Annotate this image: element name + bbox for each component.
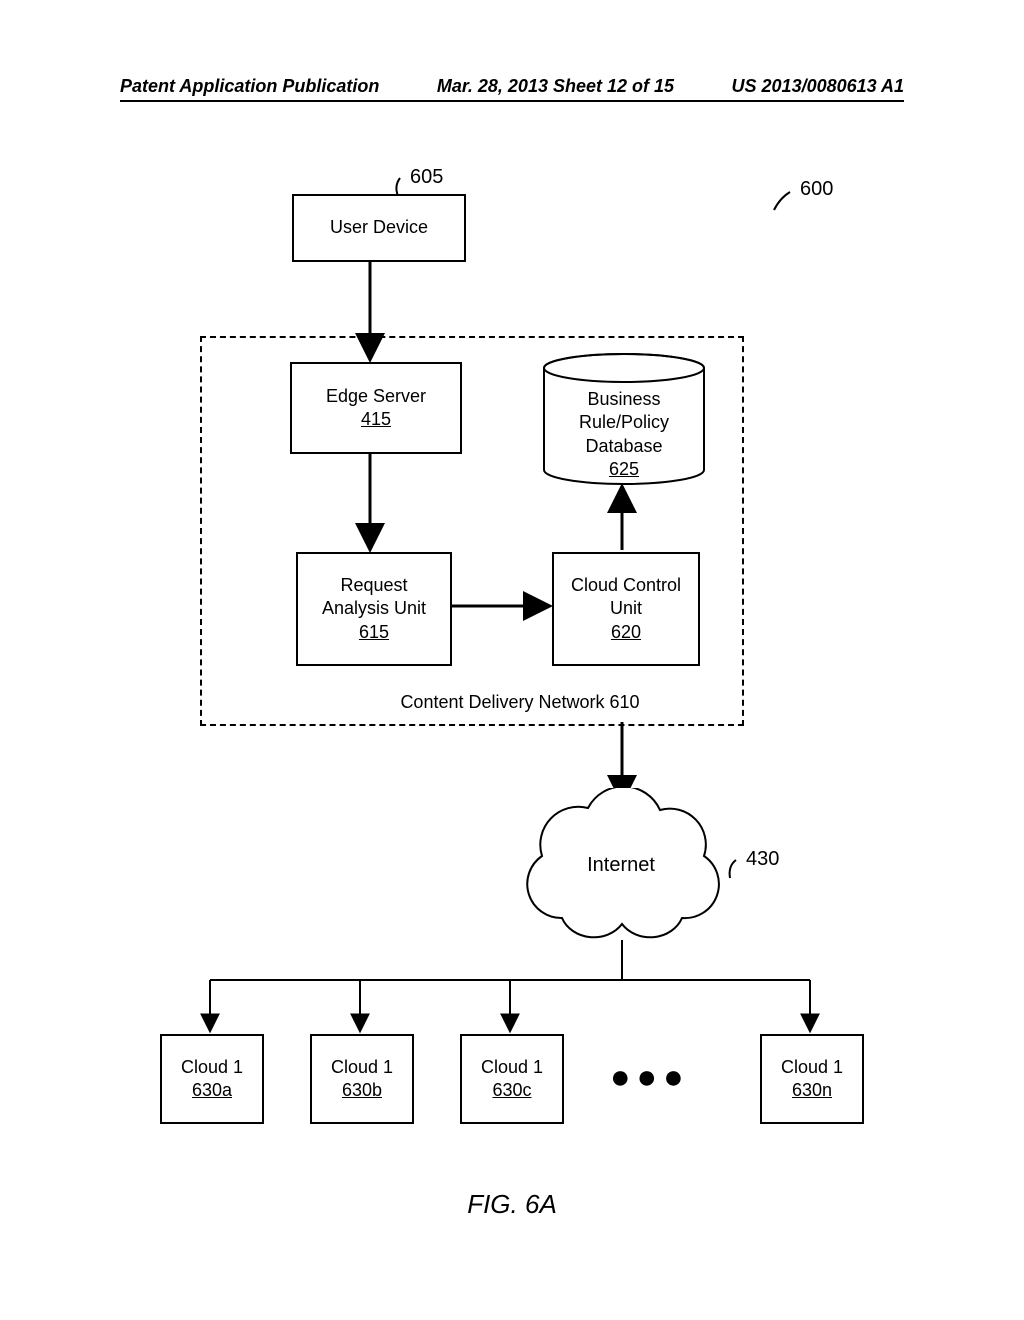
node-cloud-c: Cloud 1 630c	[460, 1034, 564, 1124]
request-analysis-label2: Analysis Unit	[322, 597, 426, 620]
edge-server-label: Edge Server	[326, 385, 426, 408]
node-database: Business Rule/Policy Database 625	[540, 352, 708, 486]
callout-600: 600	[800, 178, 833, 201]
header-right: US 2013/0080613 A1	[732, 76, 904, 97]
header-rule	[120, 100, 904, 102]
cloud-b-ref: 630b	[342, 1079, 382, 1102]
node-request-analysis: Request Analysis Unit 615	[296, 552, 452, 666]
cloud-a-label: Cloud 1	[181, 1056, 243, 1079]
request-analysis-ref: 615	[359, 621, 389, 644]
node-cloud-control: Cloud Control Unit 620	[552, 552, 700, 666]
cloud-control-ref: 620	[611, 621, 641, 644]
callout-430: 430	[746, 848, 779, 871]
cloud-control-label1: Cloud Control	[571, 574, 681, 597]
figure-caption: FIG. 6A	[0, 1189, 1024, 1220]
db-label2: Rule/Policy	[579, 412, 669, 432]
cloud-c-label: Cloud 1	[481, 1056, 543, 1079]
request-analysis-label1: Request	[340, 574, 407, 597]
node-cloud-n: Cloud 1 630n	[760, 1034, 864, 1124]
cloud-control-label2: Unit	[610, 597, 642, 620]
cloud-n-label: Cloud 1	[781, 1056, 843, 1079]
edge-server-ref: 415	[361, 408, 391, 431]
node-internet: Internet	[508, 788, 734, 944]
node-edge-server: Edge Server 415	[290, 362, 462, 454]
node-user-device: User Device	[292, 194, 466, 262]
cloud-a-ref: 630a	[192, 1079, 232, 1102]
db-ref: 625	[609, 459, 639, 479]
node-cloud-b: Cloud 1 630b	[310, 1034, 414, 1124]
ellipsis-icon: ●●●	[610, 1058, 690, 1097]
callout-605: 605	[410, 166, 443, 189]
internet-label: Internet	[508, 854, 734, 877]
header-left: Patent Application Publication	[120, 76, 379, 97]
cdn-label: Content Delivery Network 610	[380, 692, 660, 713]
db-label1: Business	[587, 389, 660, 409]
header-center: Mar. 28, 2013 Sheet 12 of 15	[437, 76, 674, 97]
cloud-c-ref: 630c	[492, 1079, 531, 1102]
user-device-label: User Device	[330, 216, 428, 239]
patent-figure-page: Patent Application Publication Mar. 28, …	[0, 0, 1024, 1320]
cloud-n-ref: 630n	[792, 1079, 832, 1102]
cloud-b-label: Cloud 1	[331, 1056, 393, 1079]
page-header: Patent Application Publication Mar. 28, …	[120, 76, 904, 97]
db-label3: Database	[585, 436, 662, 456]
node-cloud-a: Cloud 1 630a	[160, 1034, 264, 1124]
